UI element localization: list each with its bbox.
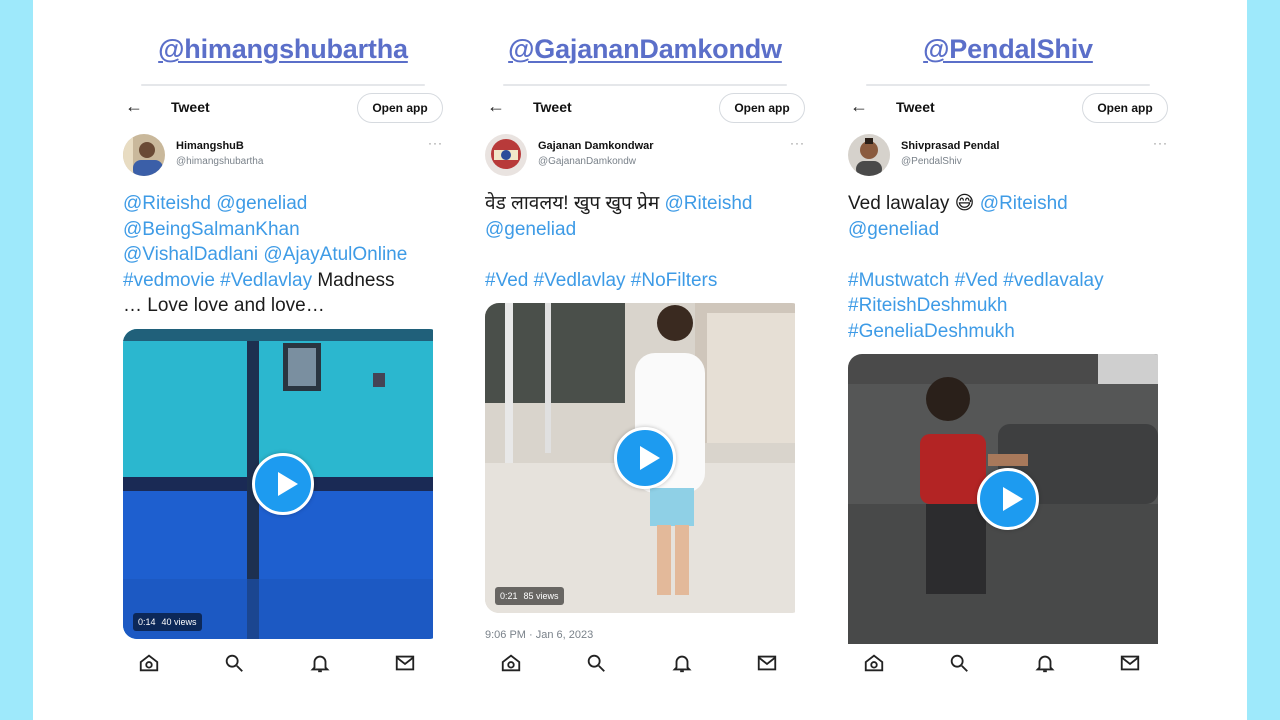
tweet-video[interactable] (848, 354, 1168, 644)
sheet-handle-line (141, 84, 425, 86)
back-arrow-icon[interactable]: ← (487, 96, 505, 117)
tweet-card: ← Tweet Open app Gajanan Damkondwar @Gaj… (485, 84, 805, 720)
bottom-navbar (485, 652, 805, 682)
tweet-text-segment: … Love love and love… (123, 295, 325, 316)
home-icon[interactable] (138, 652, 164, 678)
tweet-timestamp[interactable]: 9:06 PM · Jan 6, 2023 (485, 629, 593, 641)
tweet-topbar: ← Tweet Open app (123, 92, 443, 124)
notifications-icon[interactable] (309, 652, 335, 678)
mention-link[interactable]: @VishalDadlani (123, 244, 258, 265)
author-username[interactable]: @himangshubartha (176, 156, 263, 167)
mention-link[interactable]: @AjayAtulOnline (263, 244, 407, 265)
more-options-icon[interactable]: ··· (790, 136, 805, 150)
collage-canvas: @himangshubartha ← Tweet Open app Himang… (33, 0, 1247, 720)
play-icon[interactable] (252, 453, 314, 515)
author-username[interactable]: @PendalShiv (901, 156, 962, 167)
tweet-text: Ved lawalay 😅 @Riteishd @geneliad #Mustwat… (848, 191, 1168, 344)
tweet-card: ← Tweet Open app Shivprasad Pendal @Pend… (848, 84, 1168, 720)
tweet-author: Gajanan Damkondwar @GajananDamkondw ··· (485, 134, 805, 178)
column-handle-heading[interactable]: @GajananDamkondw (485, 34, 805, 65)
hashtag-link[interactable]: #vedmovie (123, 270, 215, 291)
hashtag-link[interactable]: #RiteishDeshmukh (848, 295, 1007, 316)
hashtag-link[interactable]: #Vedlavlay (220, 270, 312, 291)
mention-link[interactable]: @Riteishd (980, 193, 1068, 214)
tweet-text: वेड लावलय! खुप खुप प्रेम @Riteishd @genel… (485, 191, 805, 293)
video-views: 85 views (523, 591, 559, 601)
mention-link[interactable]: @Riteishd (665, 193, 753, 214)
hashtag-link[interactable]: #Vedlavlay (534, 270, 626, 291)
mention-link[interactable]: @geneliad (216, 193, 307, 214)
play-icon[interactable] (614, 427, 676, 489)
avatar[interactable] (848, 134, 890, 176)
mention-link[interactable]: @geneliad (485, 219, 576, 240)
messages-icon[interactable] (1119, 652, 1145, 678)
tweet-column-3: @PendalShiv ← Tweet Open app Shivprasad … (848, 0, 1168, 720)
more-options-icon[interactable]: ··· (1153, 136, 1168, 150)
more-options-icon[interactable]: ··· (428, 136, 443, 150)
tweet-text-segment: वेड लावलय! खुप खुप प्रेम (485, 193, 665, 214)
notifications-icon[interactable] (671, 652, 697, 678)
messages-icon[interactable] (756, 652, 782, 678)
hashtag-link[interactable]: #vedlavalay (1003, 270, 1103, 291)
mention-link[interactable]: @BeingSalmanKhan (123, 219, 300, 240)
author-username[interactable]: @GajananDamkondw (538, 156, 636, 167)
author-name[interactable]: HimangshuB (176, 140, 244, 152)
topbar-title: Tweet (533, 99, 572, 115)
home-icon[interactable] (863, 652, 889, 678)
video-duration: 0:21 (500, 591, 518, 601)
bottom-navbar (848, 652, 1168, 682)
messages-icon[interactable] (394, 652, 420, 678)
search-icon[interactable] (948, 652, 974, 678)
tweet-column-1: @himangshubartha ← Tweet Open app Himang… (123, 0, 443, 720)
sheet-handle-line (866, 84, 1150, 86)
author-name[interactable]: Shivprasad Pendal (901, 140, 999, 152)
hashtag-link[interactable]: #Mustwatch (848, 270, 949, 291)
tweet-text: @Riteishd @geneliad @BeingSalmanKhan @Vish… (123, 191, 443, 319)
tweet-topbar: ← Tweet Open app (848, 92, 1168, 124)
avatar[interactable] (123, 134, 165, 176)
hashtag-link[interactable]: #NoFilters (631, 270, 718, 291)
tweet-card: ← Tweet Open app HimangshuB @himangshuba… (123, 84, 443, 720)
video-badge: 0:21 85 views (495, 587, 564, 605)
play-icon[interactable] (977, 468, 1039, 530)
tweet-text-segment: Madness (312, 269, 395, 291)
hashtag-link[interactable]: #Ved (485, 270, 528, 291)
avatar[interactable] (485, 134, 527, 176)
column-handle-heading[interactable]: @PendalShiv (848, 34, 1168, 65)
open-app-button[interactable]: Open app (357, 93, 443, 123)
author-name[interactable]: Gajanan Damkondwar (538, 140, 654, 152)
bottom-navbar (123, 652, 443, 682)
back-arrow-icon[interactable]: ← (850, 96, 868, 117)
tweet-column-2: @GajananDamkondw ← Tweet Open app Gajana… (485, 0, 805, 720)
video-duration: 0:14 (138, 617, 156, 627)
tweet-author: Shivprasad Pendal @PendalShiv ··· (848, 134, 1168, 178)
tweet-topbar: ← Tweet Open app (485, 92, 805, 124)
column-handle-heading[interactable]: @himangshubartha (123, 34, 443, 65)
mention-link[interactable]: @geneliad (848, 219, 939, 240)
search-icon[interactable] (223, 652, 249, 678)
search-icon[interactable] (585, 652, 611, 678)
sheet-handle-line (503, 84, 787, 86)
video-views: 40 views (161, 617, 197, 627)
home-icon[interactable] (500, 652, 526, 678)
open-app-button[interactable]: Open app (719, 93, 805, 123)
back-arrow-icon[interactable]: ← (125, 96, 143, 117)
hashtag-link[interactable]: #GeneliaDeshmukh (848, 321, 1015, 342)
tweet-text-segment: Ved lawalay 😅 (848, 193, 980, 214)
hashtag-link[interactable]: #Ved (955, 270, 998, 291)
tweet-video[interactable]: 0:21 85 views (485, 303, 805, 613)
video-badge: 0:14 40 views (133, 613, 202, 631)
tweet-author: HimangshuB @himangshubartha ··· (123, 134, 443, 178)
mention-link[interactable]: @Riteishd (123, 193, 211, 214)
tweet-video[interactable]: 0:14 40 views (123, 329, 443, 639)
notifications-icon[interactable] (1034, 652, 1060, 678)
topbar-title: Tweet (171, 99, 210, 115)
topbar-title: Tweet (896, 99, 935, 115)
open-app-button[interactable]: Open app (1082, 93, 1168, 123)
